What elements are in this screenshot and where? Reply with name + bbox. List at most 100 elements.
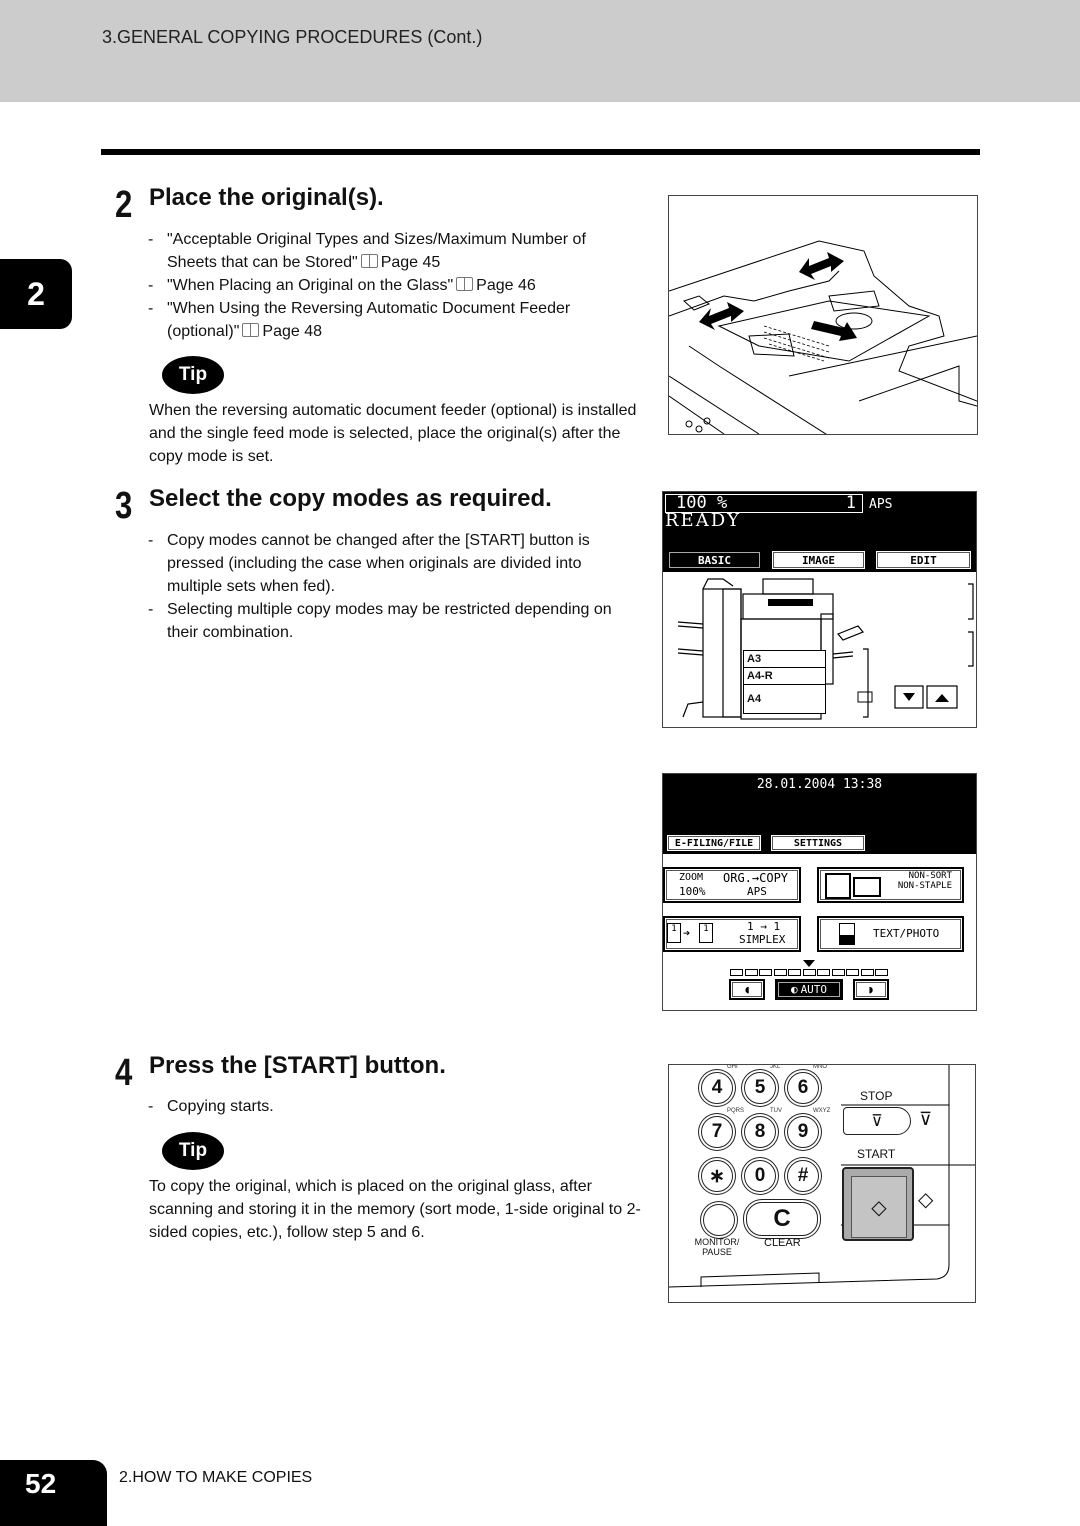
copies-value: 1 bbox=[845, 493, 856, 513]
stop-icon: ⊽ bbox=[871, 1113, 883, 1130]
stop-button[interactable]: ⊽ bbox=[843, 1107, 911, 1135]
status-text: READY bbox=[665, 510, 742, 531]
list-item: Copying starts. bbox=[148, 1095, 638, 1118]
density-level-segment bbox=[759, 969, 772, 976]
sort-icon bbox=[825, 873, 851, 899]
original-page-icon: 1 bbox=[667, 923, 681, 943]
page-reference-link[interactable]: Page 48 bbox=[262, 323, 322, 340]
density-level-segment bbox=[802, 969, 816, 976]
chapter-tab: 2 bbox=[0, 259, 72, 329]
stop-label: STOP bbox=[860, 1089, 893, 1103]
tray-a4r[interactable]: A4-R bbox=[743, 667, 826, 685]
keypad-key[interactable]: 9 bbox=[787, 1116, 819, 1148]
paper-mode: APS bbox=[869, 497, 893, 512]
density-lighter-button[interactable]: ◖ bbox=[729, 979, 765, 1000]
finishing-button[interactable]: NON-SORT NON-STAPLE bbox=[817, 867, 964, 903]
density-marker-icon bbox=[802, 960, 815, 967]
step-title: Press the [START] button. bbox=[149, 1052, 446, 1079]
duplex-button[interactable]: 1 ➔ 1 1 → 1 SIMPLEX bbox=[663, 916, 801, 952]
header-band: 3.GENERAL COPYING PROCEDURES (Cont.) bbox=[0, 0, 1080, 102]
adf-illustration bbox=[668, 195, 978, 435]
clear-key[interactable]: C bbox=[746, 1202, 818, 1236]
step-number: 2 bbox=[115, 184, 133, 226]
tip-badge: Tip bbox=[162, 1132, 224, 1170]
keypad-key[interactable]: 5 bbox=[744, 1072, 776, 1104]
clear-label: CLEAR bbox=[764, 1237, 801, 1249]
list-item: "When Using the Reversing Automatic Docu… bbox=[148, 297, 638, 343]
monitor-pause-key[interactable] bbox=[703, 1204, 735, 1236]
density-level-segment bbox=[860, 969, 874, 976]
list-item: "When Placing an Original on the Glass"P… bbox=[148, 274, 638, 297]
page-number: 52 bbox=[25, 1468, 57, 1499]
book-icon bbox=[242, 323, 260, 337]
page-reference-link[interactable]: Page 46 bbox=[476, 277, 536, 294]
zoom-button[interactable]: ZOOM 100% ORG.→COPY APS bbox=[663, 867, 801, 903]
density-level-segment bbox=[831, 969, 845, 976]
density-level-segment bbox=[817, 969, 830, 976]
step-3-bullets: Copy modes cannot be changed after the [… bbox=[148, 529, 638, 644]
list-item: Copy modes cannot be changed after the [… bbox=[148, 529, 638, 598]
keypad-key[interactable]: 7 bbox=[701, 1116, 733, 1148]
step-2-bullets: "Acceptable Original Types and Sizes/Max… bbox=[148, 228, 638, 343]
tip-text: When the reversing automatic document fe… bbox=[149, 402, 637, 465]
tray-a3[interactable]: A3 bbox=[743, 650, 826, 668]
auto-icon: ◐ bbox=[790, 983, 798, 996]
step-title: Select the copy modes as required. bbox=[149, 485, 552, 512]
control-panel-illustration: 4 GHI 5 JKL 6 MNO 7 PQRS 8 TUV 9 WXYZ ∗ 0 # C MONITOR/… bbox=[668, 1064, 976, 1303]
keypad-key-letters: TUV bbox=[770, 1108, 782, 1114]
scroll-up-button[interactable] bbox=[927, 686, 959, 710]
tip-text: To copy the original, which is placed on… bbox=[149, 1178, 641, 1241]
scroll-down-button[interactable] bbox=[895, 686, 925, 710]
tab-e-filing[interactable]: E-FILING/FILE bbox=[665, 833, 763, 853]
footer-section-title: 2.HOW TO MAKE COPIES bbox=[119, 1469, 313, 1486]
density-level-segment bbox=[730, 969, 743, 976]
keypad-key-letters: JKL bbox=[770, 1064, 781, 1070]
start-indicator-icon: ◇ bbox=[918, 1189, 934, 1211]
book-icon bbox=[456, 277, 474, 291]
document-feeder-drawing bbox=[669, 240, 977, 434]
keypad-key[interactable]: 8 bbox=[744, 1116, 776, 1148]
arrow-right-icon: ➔ bbox=[683, 926, 691, 940]
image-mode-button[interactable]: TEXT/PHOTO bbox=[817, 916, 964, 952]
page-reference-link[interactable]: Page 45 bbox=[381, 254, 441, 271]
start-icon: ◇ bbox=[851, 1176, 907, 1238]
tab-image[interactable]: IMAGE bbox=[770, 549, 867, 571]
tab-edit[interactable]: EDIT bbox=[874, 549, 973, 571]
density-level-segment bbox=[773, 969, 787, 976]
keypad-key[interactable]: # bbox=[787, 1160, 819, 1192]
keypad-key[interactable]: ∗ bbox=[701, 1160, 733, 1192]
density-level-segment bbox=[875, 969, 888, 976]
start-button[interactable]: ◇ bbox=[842, 1167, 914, 1241]
keypad-key[interactable]: 0 bbox=[744, 1160, 776, 1192]
text-photo-icon bbox=[839, 923, 855, 945]
density-level-segment bbox=[744, 969, 758, 976]
copy-page-icon: 1 bbox=[699, 923, 713, 943]
density-darker-button[interactable]: ◗ bbox=[853, 979, 889, 1000]
keypad-key[interactable]: 4 bbox=[701, 1072, 733, 1104]
page-number-tab: 52 bbox=[0, 1460, 107, 1526]
list-item: Selecting multiple copy modes may be res… bbox=[148, 598, 638, 644]
tab-basic[interactable]: BASIC bbox=[666, 549, 763, 571]
lcd-settings-screen: 28.01.2004 13:38 E-FILING/FILE SETTINGS … bbox=[662, 773, 977, 1011]
datetime: 28.01.2004 13:38 bbox=[756, 777, 883, 792]
density-level-segment bbox=[846, 969, 859, 976]
step-number: 3 bbox=[115, 485, 133, 527]
staple-icon bbox=[853, 877, 881, 897]
lighter-icon: ◖ bbox=[743, 983, 751, 996]
keypad-key[interactable]: 6 bbox=[787, 1072, 819, 1104]
book-icon bbox=[360, 254, 378, 268]
keypad-key-letters: PQRS bbox=[727, 1108, 745, 1114]
tip-badge: Tip bbox=[162, 356, 224, 394]
lcd-basic-screen: 100 % 1 APS READY BASIC IMAGE EDIT A3 A4… bbox=[662, 491, 977, 728]
density-level-segment bbox=[788, 969, 801, 976]
keypad-key-letters: GHI bbox=[727, 1064, 738, 1070]
keypad-key-letters: WXYZ bbox=[813, 1108, 831, 1114]
step-4-bullets: Copying starts. bbox=[148, 1095, 638, 1118]
list-item: "Acceptable Original Types and Sizes/Max… bbox=[148, 228, 638, 274]
density-auto-button[interactable]: ◐ AUTO bbox=[775, 979, 843, 1000]
monitor-pause-label: MONITOR/PAUSE bbox=[694, 1237, 740, 1257]
tray-a4[interactable]: A4 bbox=[743, 684, 826, 714]
step-title: Place the original(s). bbox=[149, 184, 384, 211]
start-label: START bbox=[857, 1147, 896, 1161]
tab-settings[interactable]: SETTINGS bbox=[769, 833, 867, 853]
